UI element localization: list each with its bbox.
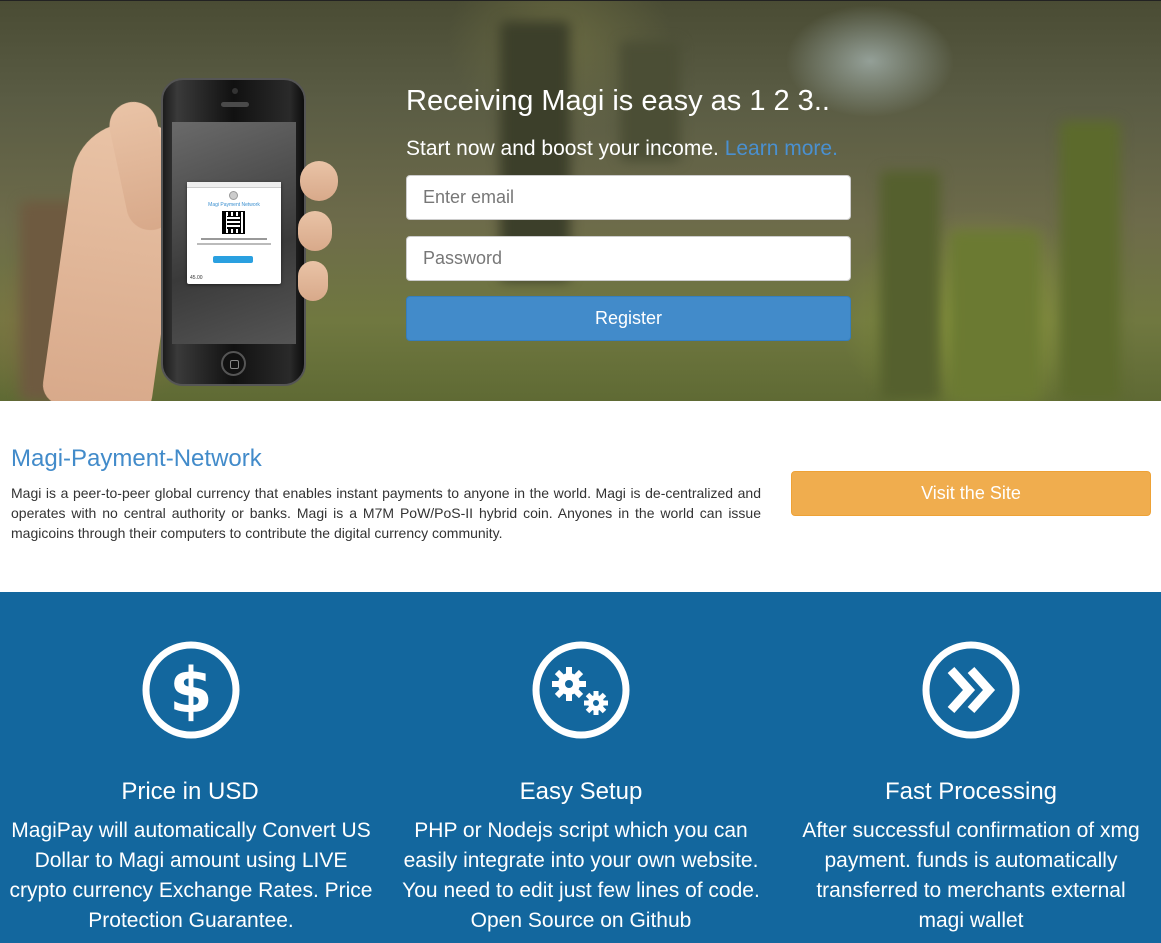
info-title: Magi-Payment-Network: [11, 445, 262, 472]
register-button[interactable]: Register: [406, 296, 851, 341]
card-amount: 45.00: [190, 275, 203, 281]
gears-icon: [532, 641, 630, 739]
phone-illustration: Magi Payment Network 45.00: [0, 61, 360, 401]
hero-subtitle-text: Start now and boost your income.: [406, 137, 719, 160]
phone-screen: Magi Payment Network 45.00: [172, 122, 296, 344]
fast-forward-icon: [922, 641, 1020, 739]
hero-subtitle: Start now and boost your income. Learn m…: [406, 137, 838, 161]
email-input[interactable]: [406, 175, 851, 220]
hand-finger: [300, 161, 338, 201]
feature-title: Price in USD: [121, 778, 259, 805]
card-title: Magi Payment Network: [208, 202, 260, 208]
background-building: [880, 171, 940, 401]
hero-section: Magi Payment Network 45.00 Receiving Mag…: [0, 0, 1161, 401]
card-text-line: [197, 243, 271, 245]
dollar-icon: $: [142, 641, 240, 739]
feature-description: After successful confirmation of xmg pay…: [802, 819, 1140, 932]
phone-camera: [232, 88, 238, 94]
coin-icon: [229, 191, 238, 200]
hand-finger: [298, 211, 332, 251]
feature-title: Easy Setup: [519, 778, 643, 805]
hero-title: Receiving Magi is easy as 1 2 3..: [406, 85, 830, 117]
background-building: [950, 231, 1040, 401]
feature-description: MagiPay will automatically Convert US Do…: [9, 819, 373, 932]
info-description: Magi is a peer-to-peer global currency t…: [11, 485, 761, 541]
learn-more-link[interactable]: Learn more.: [725, 137, 838, 160]
payment-card-preview: Magi Payment Network 45.00: [187, 182, 281, 284]
password-input[interactable]: [406, 236, 851, 281]
qr-code-icon: [222, 211, 245, 234]
phone-device: Magi Payment Network 45.00: [161, 78, 306, 386]
card-text-line: [201, 238, 267, 240]
feature-title: Fast Processing: [884, 778, 1058, 805]
card-bar: [187, 182, 281, 188]
features-section: $ Price in USD MagiPay will automaticall…: [0, 592, 1161, 943]
phone-home-button: [221, 351, 246, 376]
svg-text:$: $: [169, 654, 212, 727]
hand-finger: [298, 261, 328, 301]
phone-speaker: [221, 102, 249, 107]
feature-description: PHP or Nodejs script which you can easil…: [402, 819, 760, 932]
card-button: [213, 256, 253, 263]
background-building: [1060, 121, 1120, 401]
visit-site-button[interactable]: Visit the Site: [791, 471, 1151, 516]
